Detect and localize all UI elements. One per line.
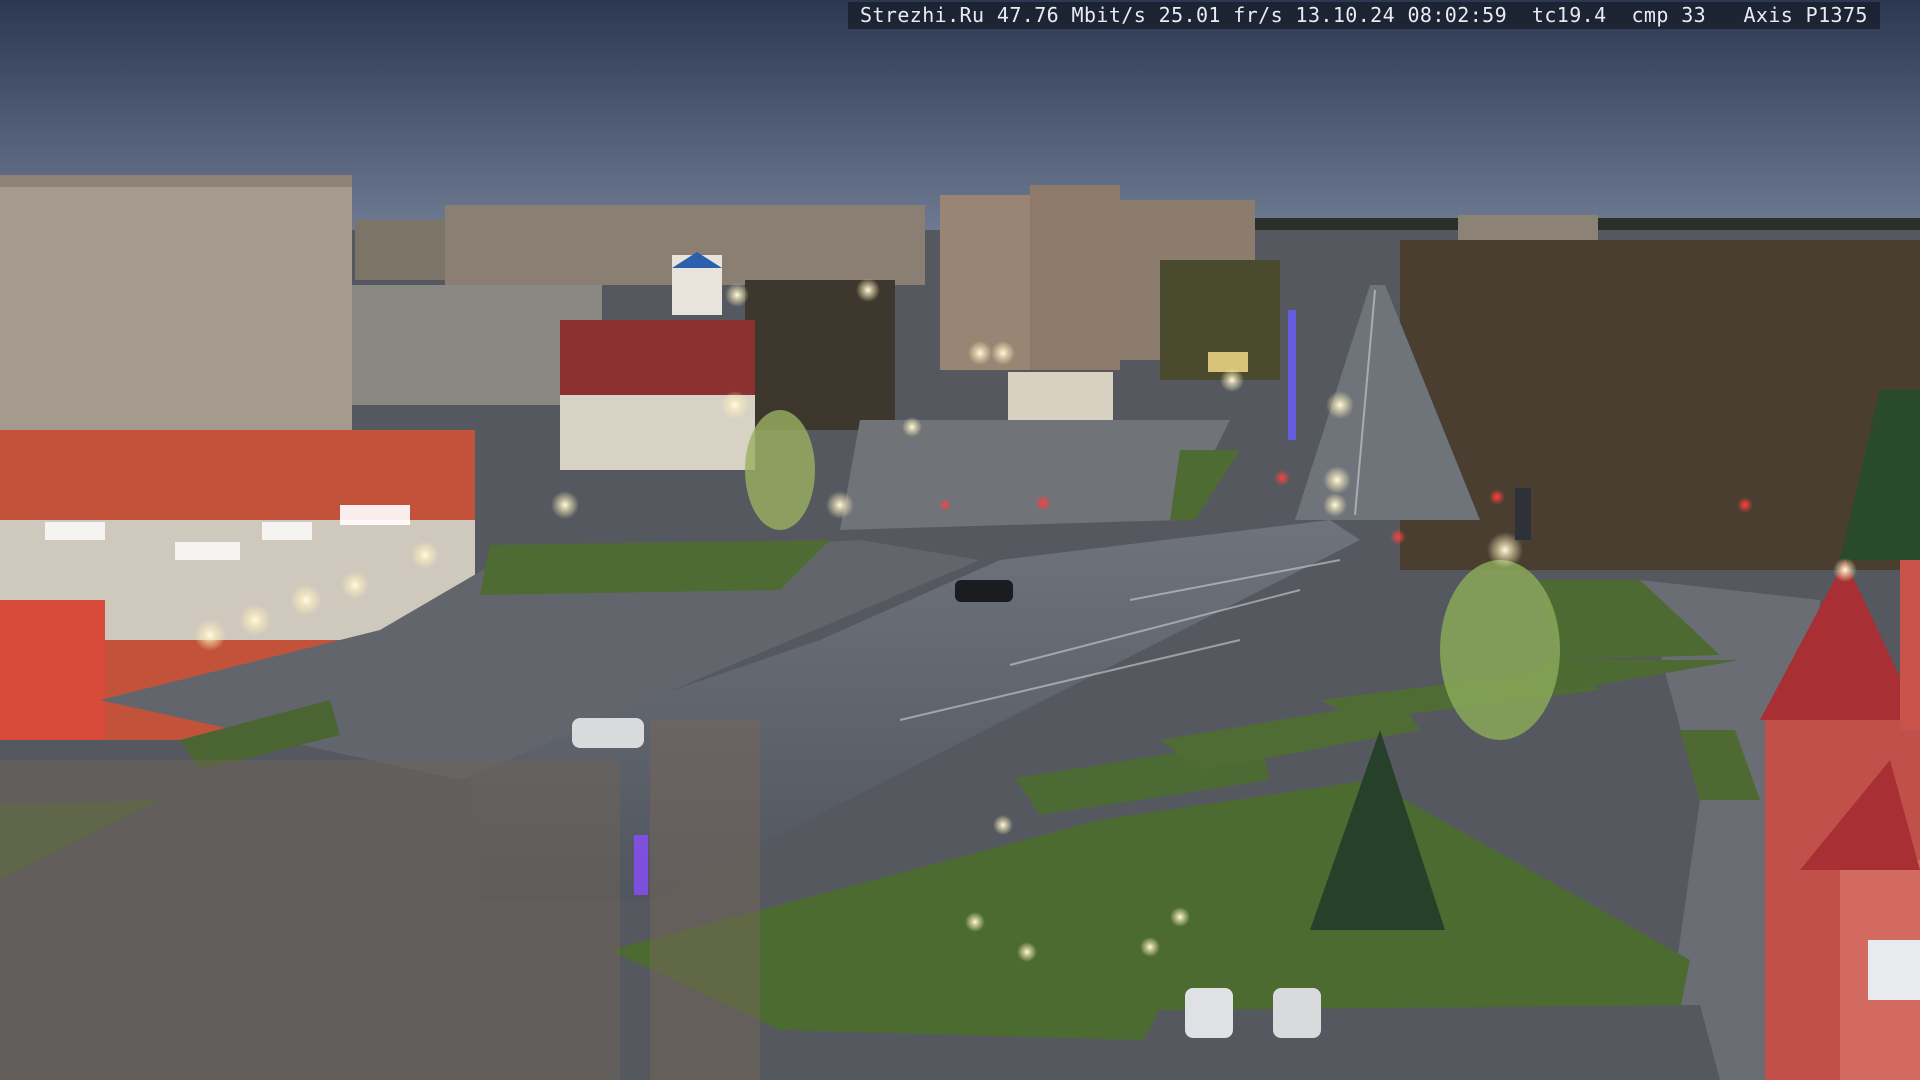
birch-tree-lit bbox=[1440, 560, 1560, 740]
birch-tree-plaza bbox=[745, 410, 815, 530]
overlay-cmp: cmp 33 bbox=[1631, 3, 1707, 27]
overlay-time: 08:02:59 bbox=[1407, 3, 1508, 27]
bare-tree-center bbox=[650, 720, 760, 1080]
bare-trees-foreground bbox=[0, 760, 620, 1080]
webcam-street-scene bbox=[0, 0, 1920, 1080]
overlay-date: 13.10.24 bbox=[1295, 3, 1396, 27]
left-forest bbox=[745, 280, 895, 430]
overlay-framerate: 25.01 fr/s bbox=[1158, 3, 1284, 27]
monument bbox=[1515, 488, 1531, 540]
festive-lights-left bbox=[634, 835, 648, 895]
overlay-bitrate: 47.76 Mbit/s bbox=[996, 3, 1147, 27]
festive-lights bbox=[1288, 310, 1296, 440]
small-white-building bbox=[1008, 372, 1113, 420]
overlay-site: Strezhi.Ru bbox=[860, 3, 985, 27]
right-forest bbox=[1400, 240, 1920, 570]
camera-info-overlay: Strezhi.Ru 47.76 Mbit/s 25.01 fr/s 13.10… bbox=[848, 2, 1880, 29]
overlay-camera-model: Axis P1375 bbox=[1743, 3, 1868, 27]
overlay-tc: tc19.4 bbox=[1531, 3, 1607, 27]
